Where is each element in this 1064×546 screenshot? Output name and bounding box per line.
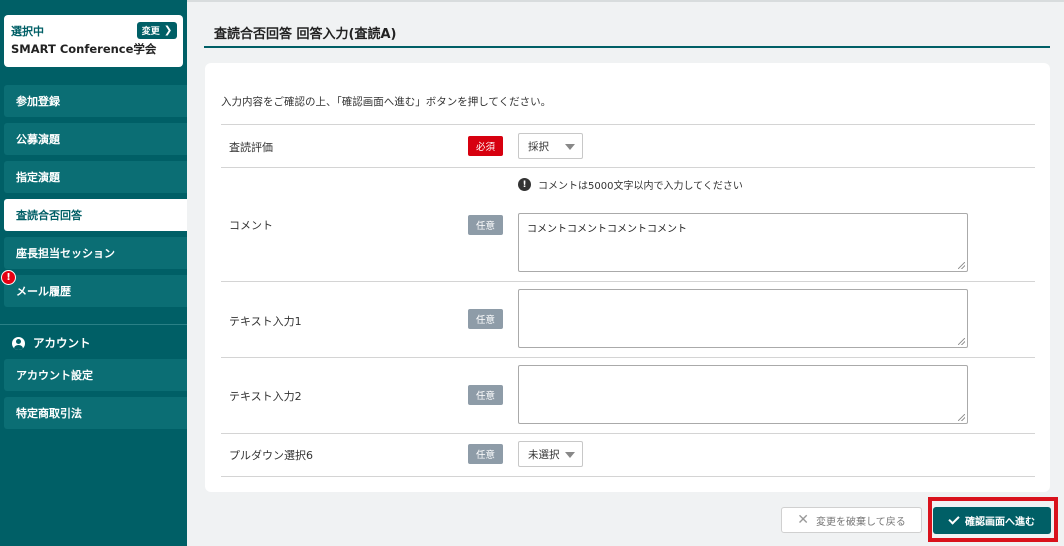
row-divider xyxy=(221,433,1035,434)
discard-label: 変更を破棄して戻る xyxy=(816,516,906,528)
comment-textarea[interactable]: コメントコメントコメントコメント xyxy=(518,213,968,272)
optional-badge: 任意 xyxy=(468,444,503,464)
required-badge: 必須 xyxy=(468,136,503,156)
page-title: 査読合否回答 回答入力(査読A) xyxy=(214,27,397,42)
change-conference-label: 変更 xyxy=(141,27,160,37)
discard-changes-button[interactable]: ✕ 変更を破棄して戻る xyxy=(781,507,922,533)
sidebar-item-chair-sessions[interactable]: 座長担当セッション xyxy=(4,237,187,269)
optional-badge: 任意 xyxy=(468,309,503,329)
sidebar-item-public-abstracts[interactable]: 公募演題 xyxy=(4,123,187,155)
sidebar-item-label: 特定商取引法 xyxy=(16,407,82,420)
title-underline xyxy=(204,46,1050,48)
conference-card: 選択中 変更 ❯ SMART Conference学会 xyxy=(4,15,183,67)
top-border xyxy=(187,0,1064,2)
proceed-to-confirm-button[interactable]: 確認画面へ進む xyxy=(933,507,1051,534)
caret-down-icon xyxy=(565,144,575,150)
sidebar-item-mail-history[interactable]: メール履歴 xyxy=(4,275,187,307)
confirm-label: 確認画面へ進む xyxy=(965,517,1035,528)
sidebar-item-label: 参加登録 xyxy=(16,95,60,108)
conference-name: SMART Conference学会 xyxy=(11,42,157,56)
change-conference-button[interactable]: 変更 ❯ xyxy=(137,22,177,39)
sidebar: 選択中 変更 ❯ SMART Conference学会 参加登録 公募演題 指定… xyxy=(0,0,187,546)
sidebar-item-label: 座長担当セッション xyxy=(16,247,115,260)
row-divider xyxy=(221,357,1035,358)
sidebar-item-account-settings[interactable]: アカウント設定 xyxy=(4,359,187,391)
sidebar-item-label: 指定演題 xyxy=(16,171,60,184)
comment-notice-text: コメントは5000文字以内で入力してください xyxy=(538,181,743,192)
sidebar-item-label: メール履歴 xyxy=(16,285,71,298)
caret-down-icon xyxy=(565,452,575,458)
text-input-1-textarea[interactable] xyxy=(518,289,968,348)
mail-alert-badge: ! xyxy=(1,270,16,285)
user-icon xyxy=(12,336,25,350)
review-evaluation-select[interactable]: 採択 xyxy=(518,133,583,159)
sidebar-item-legal-notice[interactable]: 特定商取引法 xyxy=(4,397,187,429)
row-divider xyxy=(221,476,1035,477)
resize-grip-icon[interactable] xyxy=(958,262,965,269)
check-icon xyxy=(948,513,960,525)
chevron-right-icon: ❯ xyxy=(163,25,173,36)
sidebar-item-registration[interactable]: 参加登録 xyxy=(4,85,187,117)
row-divider xyxy=(221,124,1035,125)
sidebar-item-label: 公募演題 xyxy=(16,133,60,146)
sidebar-item-label: 査読合否回答 xyxy=(16,209,82,222)
row-divider xyxy=(221,281,1035,282)
conference-selected-label: 選択中 xyxy=(11,25,44,38)
account-section-header: アカウント xyxy=(12,335,91,351)
comment-textarea-value: コメントコメントコメントコメント xyxy=(527,224,687,235)
optional-badge: 任意 xyxy=(468,385,503,405)
row-divider xyxy=(221,167,1035,168)
resize-grip-icon[interactable] xyxy=(958,338,965,345)
form-card xyxy=(205,63,1050,492)
comment-notice: ! コメントは5000文字以内で入力してください xyxy=(518,177,743,192)
dropdown-6-select[interactable]: 未選択 xyxy=(518,441,583,467)
field-label-comment: コメント xyxy=(229,219,273,232)
sidebar-item-review-response[interactable]: 査読合否回答 xyxy=(4,199,187,231)
field-label-review-evaluation: 査読評価 xyxy=(229,141,273,154)
sidebar-item-label: アカウント設定 xyxy=(16,369,93,382)
field-label-dropdown-6: プルダウン選択6 xyxy=(229,449,313,462)
sidebar-divider xyxy=(0,324,187,325)
close-icon: ✕ xyxy=(797,512,810,528)
select-value: 未選択 xyxy=(528,448,560,461)
account-section-title: アカウント xyxy=(33,336,91,350)
field-label-text-input-1: テキスト入力1 xyxy=(229,315,302,328)
select-value: 採択 xyxy=(528,140,549,153)
field-label-text-input-2: テキスト入力2 xyxy=(229,390,302,403)
resize-grip-icon[interactable] xyxy=(958,414,965,421)
exclamation-icon: ! xyxy=(518,178,531,191)
optional-badge: 任意 xyxy=(468,215,503,235)
text-input-2-textarea[interactable] xyxy=(518,365,968,424)
form-instructions: 入力内容をご確認の上、「確認画面へ進む」ボタンを押してください。 xyxy=(221,96,552,108)
sidebar-item-invited-abstracts[interactable]: 指定演題 xyxy=(4,161,187,193)
